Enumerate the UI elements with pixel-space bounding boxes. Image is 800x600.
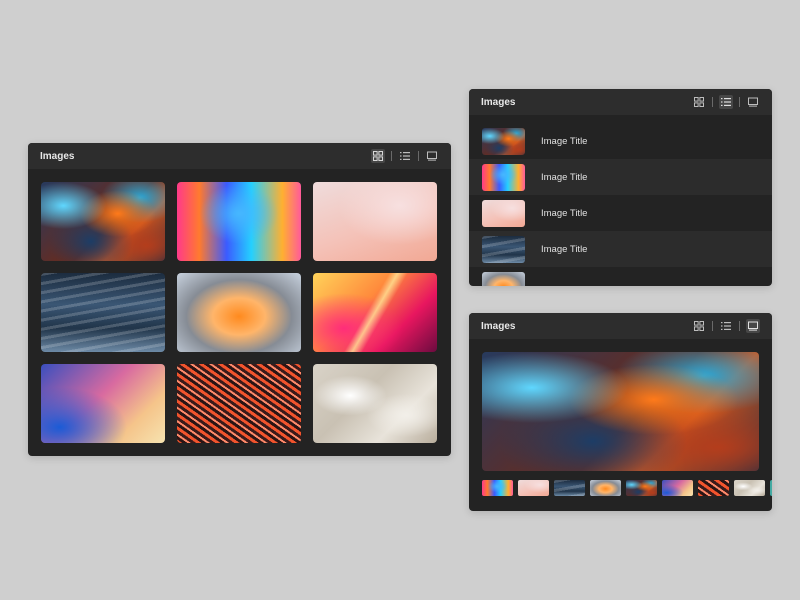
list-item-thumbnail [482, 236, 525, 263]
image-art [177, 182, 301, 261]
grid-view-icon [694, 321, 704, 331]
image-art [313, 273, 437, 352]
carousel-thumbnail[interactable] [518, 480, 549, 496]
divider [712, 97, 713, 107]
list-view-button[interactable] [719, 319, 733, 333]
waves-image[interactable] [41, 273, 165, 352]
image-art [41, 273, 165, 352]
divider [739, 321, 740, 331]
carousel-view-button[interactable] [425, 149, 439, 163]
grid-view-button[interactable] [692, 319, 706, 333]
list-item-title: Image Title [541, 172, 587, 183]
list-item-title: Image Title [541, 136, 587, 147]
image-art [41, 364, 165, 443]
grid-view-panel: Images [28, 143, 451, 456]
carousel-thumbnail[interactable] [626, 480, 657, 496]
marble-image[interactable] [313, 364, 437, 443]
list-view-icon [721, 97, 731, 107]
image-art [177, 273, 301, 352]
list-item-title: Image Title [541, 208, 587, 219]
blur-image[interactable] [177, 273, 301, 352]
carousel-thumbnail[interactable] [770, 480, 772, 496]
list-view-icon [721, 321, 731, 331]
grid-view-button[interactable] [371, 149, 385, 163]
list-view-button[interactable] [398, 149, 412, 163]
carousel-view-panel: Images [469, 313, 772, 511]
carousel-view-icon [748, 321, 758, 331]
pink-texture-image[interactable] [313, 182, 437, 261]
image-art [313, 182, 437, 261]
swirl-image[interactable] [177, 364, 301, 443]
divider [712, 321, 713, 331]
hero-image[interactable] [482, 352, 759, 471]
thumbnail-strip [482, 480, 772, 496]
foil-image[interactable] [41, 182, 165, 261]
panel-header: Images [469, 313, 772, 339]
image-art [313, 364, 437, 443]
carousel-view-icon [427, 151, 437, 161]
list-item-title: Image Title [541, 244, 587, 255]
carousel-thumbnail[interactable] [590, 480, 621, 496]
carousel-thumbnail[interactable] [554, 480, 585, 496]
image-list[interactable]: Image Title Image Title Image Title Image T… [469, 115, 772, 286]
list-item-thumbnail [482, 272, 525, 287]
carousel-view-icon [748, 97, 758, 107]
grid-view-icon [694, 97, 704, 107]
gradient-image[interactable] [41, 364, 165, 443]
grid-view-icon [373, 151, 383, 161]
carousel-thumbnail[interactable] [482, 480, 513, 496]
list-view-icon [400, 151, 410, 161]
divider [739, 97, 740, 107]
panel-title: Images [481, 97, 515, 108]
carousel-thumbnail[interactable] [698, 480, 729, 496]
hero-image-art [482, 352, 759, 471]
carousel-thumbnail[interactable] [662, 480, 693, 496]
list-item[interactable] [469, 267, 772, 286]
rainbow-image[interactable] [177, 182, 301, 261]
list-view-button[interactable] [719, 95, 733, 109]
divider [391, 151, 392, 161]
list-item-thumbnail [482, 164, 525, 191]
list-view-panel: Images Image TitleImage TitleImage Title… [469, 89, 772, 286]
grid-view-button[interactable] [692, 95, 706, 109]
image-grid [28, 169, 451, 443]
view-switcher [692, 319, 760, 333]
prism-image[interactable] [313, 273, 437, 352]
view-switcher [371, 149, 439, 163]
list-item[interactable]: Image Title [469, 195, 772, 231]
panel-header: Images [28, 143, 451, 169]
carousel-thumbnail[interactable] [734, 480, 765, 496]
view-switcher [692, 95, 760, 109]
carousel-view-button[interactable] [746, 319, 760, 333]
divider [418, 151, 419, 161]
panel-title: Images [40, 151, 74, 162]
image-art [177, 364, 301, 443]
carousel-view-button[interactable] [746, 95, 760, 109]
list-item[interactable]: Image Title [469, 231, 772, 267]
panel-title: Images [481, 321, 515, 332]
list-item-thumbnail [482, 200, 525, 227]
list-item[interactable]: Image Title [469, 159, 772, 195]
panel-header: Images [469, 89, 772, 115]
list-item[interactable]: Image Title [469, 123, 772, 159]
list-item-thumbnail [482, 128, 525, 155]
image-art [41, 182, 165, 261]
